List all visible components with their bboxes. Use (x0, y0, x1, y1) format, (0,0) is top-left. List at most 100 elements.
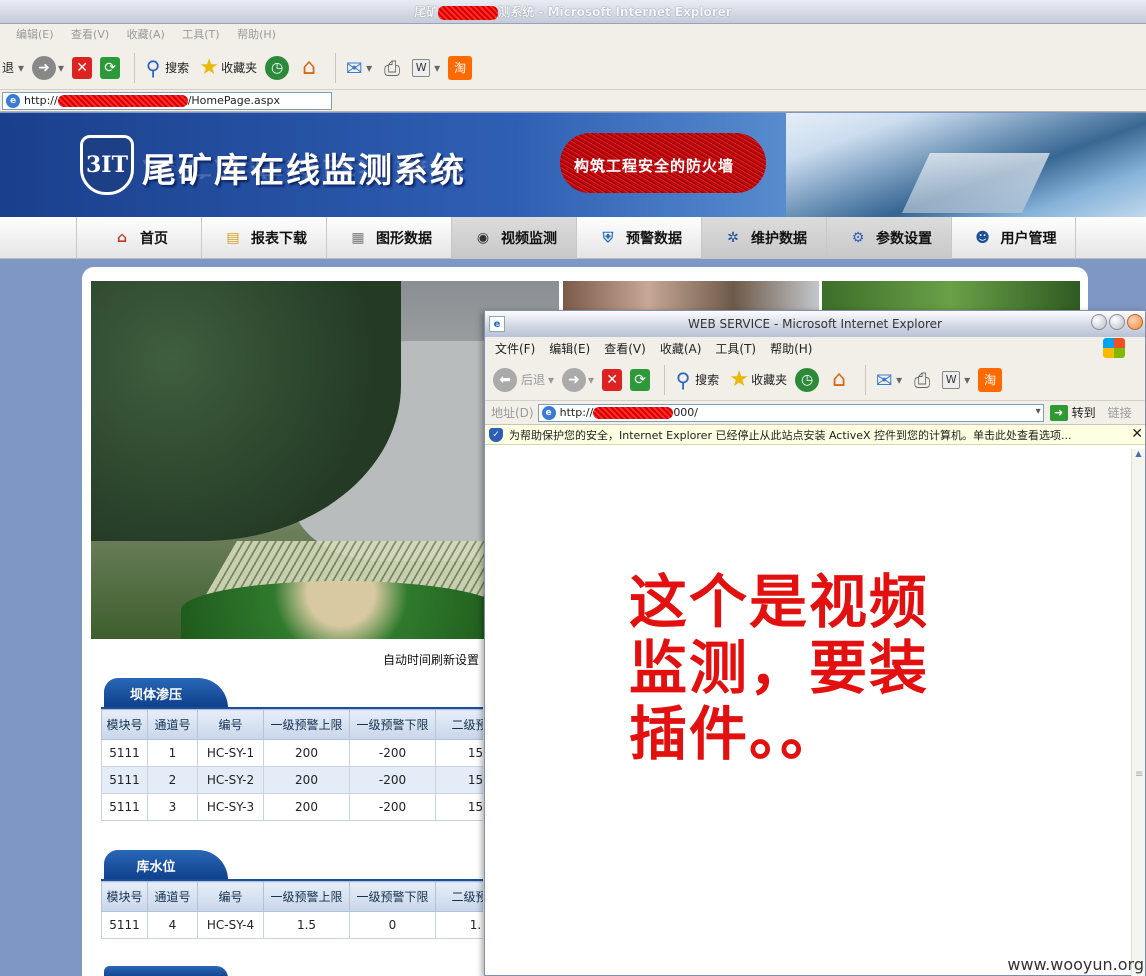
table-row: 5111 4 HC-SY-4 1.5 0 1. (101, 911, 483, 939)
scroll-up-icon[interactable]: ▲ (1132, 449, 1145, 458)
refresh-setting-label[interactable]: 自动时间刷新设置 (383, 651, 479, 668)
infobar-close-icon[interactable]: ✕ (1131, 426, 1143, 442)
menu-favorites[interactable]: 收藏(A) (127, 28, 165, 41)
taobao-icon: 淘 (448, 55, 473, 80)
taobao-button[interactable]: 淘 (978, 367, 1003, 392)
search-label: 搜索 (165, 61, 190, 75)
mail-button[interactable]: ✉ ▾ (872, 368, 902, 392)
favorites-button[interactable]: ★ 收藏夹 (197, 55, 257, 80)
table-row: 5111 3 HC-SY-3 200 -200 15 (101, 793, 483, 821)
nav-item-0[interactable]: ⌂ 首页 (76, 217, 201, 259)
nav-item-5[interactable]: ✲ 维护数据 (701, 217, 826, 259)
search-button[interactable]: ⚲ 搜索 (141, 56, 189, 80)
table-row: 5111 1 HC-SY-1 200 -200 15 (101, 739, 483, 767)
refresh-button[interactable]: ⟳ (100, 56, 121, 79)
address-dropdown-icon[interactable]: ▾ (1036, 406, 1041, 417)
column-header: 编号 (197, 709, 264, 740)
close-button[interactable] (1127, 314, 1143, 330)
nav-item-1[interactable]: ▤ 报表下载 (201, 217, 326, 259)
popup-window: e WEB SERVICE - Microsoft Internet Explo… (484, 310, 1146, 976)
gear-icon: ✲ (727, 230, 739, 246)
stop-button[interactable]: ✕ (72, 56, 93, 79)
print-button[interactable]: ⎙ (910, 368, 934, 392)
address-input[interactable]: e http:// 000/ ▾ (537, 403, 1044, 422)
nav-item-2[interactable]: ▦ 图形数据 (326, 217, 451, 259)
go-button[interactable]: ➜ 转到 (1049, 404, 1096, 421)
watermark: www.wooyun.org (1007, 955, 1144, 974)
nav-item-label: 图形数据 (376, 231, 432, 247)
menu-view[interactable]: 查看(V) (71, 28, 109, 41)
menu-edit[interactable]: 编辑(E) (549, 340, 590, 357)
table-header-row: 模块号通道号编号一级预警上限一级预警下限二级预警 (101, 709, 483, 740)
nav-item-4[interactable]: ⛨ 预警数据 (576, 217, 701, 259)
nav-item-3[interactable]: ◉ 视频监测 (451, 217, 576, 259)
table-cell: 15 (435, 739, 483, 767)
maximize-button[interactable] (1109, 314, 1125, 330)
menu-view[interactable]: 查看(V) (604, 340, 646, 357)
nav-item-6[interactable]: ⚙ 参数设置 (826, 217, 951, 259)
address-input[interactable]: e http:// /HomePage.aspx (2, 91, 332, 110)
refresh-icon: ⟳ (100, 56, 121, 79)
column-header: 一级预警下限 (349, 709, 436, 740)
seepage-table-container: 模块号通道号编号一级预警上限一级预警下限二级预警51111HC-SY-1200-… (101, 709, 483, 825)
links-button[interactable]: 链接 (1108, 404, 1132, 421)
address-label: 地址(D) (491, 406, 534, 420)
home-button[interactable]: ⌂ (297, 55, 321, 80)
search-button[interactable]: ⚲ 搜索 (671, 368, 719, 392)
nav-item-label: 报表下载 (251, 231, 307, 247)
menu-bar: 编辑(E) 查看(V) 收藏(A) 工具(T) 帮助(H) (0, 24, 1146, 46)
history-button[interactable]: ◷ (795, 367, 820, 392)
search-icon: ⚲ (145, 55, 161, 80)
address-prefix: http:// (559, 406, 594, 419)
section-title-partial (104, 966, 228, 976)
security-infobar[interactable]: ✓ 为帮助保护您的安全，Internet Explorer 已经停止从此站点安装… (485, 425, 1145, 445)
popup-titlebar[interactable]: e WEB SERVICE - Microsoft Internet Explo… (485, 311, 1145, 337)
vertical-scrollbar[interactable]: ▲ ≡ (1131, 449, 1145, 976)
menu-help[interactable]: 帮助(H) (770, 340, 812, 357)
go-arrow-icon: ➜ (1049, 404, 1068, 421)
table-cell: 2 (147, 766, 198, 794)
menu-tools[interactable]: 工具(T) (182, 28, 219, 41)
favorites-button[interactable]: ★ 收藏夹 (727, 367, 787, 392)
table-cell: -200 (349, 766, 436, 794)
chevron-down-icon: ▾ (366, 60, 373, 75)
print-button[interactable]: ⎙ (380, 56, 404, 80)
stop-button[interactable]: ✕ (602, 368, 623, 391)
menu-tools[interactable]: 工具(T) (715, 340, 756, 357)
water-level-table: 模块号通道号编号一级预警上限一级预警下限二级预警51114HC-SY-41.50… (101, 881, 483, 939)
table-cell: 5111 (101, 766, 148, 794)
menu-file[interactable]: 文件(F) (495, 340, 535, 357)
table-cell: 4 (147, 911, 198, 939)
table-cell: HC-SY-4 (197, 911, 264, 939)
minimize-button[interactable] (1091, 314, 1107, 330)
forward-button[interactable]: ➜ ▾ (562, 367, 594, 392)
menu-help[interactable]: 帮助(H) (237, 28, 276, 41)
column-header: 一级预警上限 (263, 709, 350, 740)
home-button[interactable]: ⌂ (827, 367, 851, 392)
table-cell: 200 (263, 739, 350, 767)
table-cell: HC-SY-1 (197, 739, 264, 767)
ie-page-icon: e (541, 405, 556, 420)
table-cell: 5111 (101, 911, 148, 939)
forward-arrow-icon: ➜ (562, 367, 587, 392)
mail-icon: ✉ (345, 55, 363, 80)
edit-button[interactable]: W ▾ (942, 370, 970, 389)
nav-item-7[interactable]: ☻ 用户管理 (951, 217, 1076, 259)
window-title-suffix: 测系统 - Microsoft Internet Explorer (498, 5, 732, 19)
edit-button[interactable]: W ▾ (412, 58, 440, 77)
mail-button[interactable]: ✉ ▾ (342, 56, 372, 80)
menu-favorites[interactable]: 收藏(A) (660, 340, 702, 357)
camera-icon: ◉ (476, 230, 490, 246)
forward-button[interactable]: ➜ ▾ (32, 55, 64, 80)
history-button[interactable]: ◷ (265, 55, 290, 80)
column-header: 通道号 (147, 881, 198, 912)
taobao-button[interactable]: 淘 (448, 55, 473, 80)
table-cell: HC-SY-2 (197, 766, 264, 794)
home-icon: ⌂ (302, 55, 317, 80)
back-button[interactable]: ⬅ 后退 ▾ (493, 367, 554, 392)
menu-edit[interactable]: 编辑(E) (16, 28, 54, 41)
refresh-button[interactable]: ⟳ (630, 368, 651, 391)
scroll-grip-icon[interactable]: ≡ (1135, 769, 1143, 780)
back-button[interactable]: 退 ▾ (2, 59, 24, 76)
redaction-mark (438, 5, 499, 20)
